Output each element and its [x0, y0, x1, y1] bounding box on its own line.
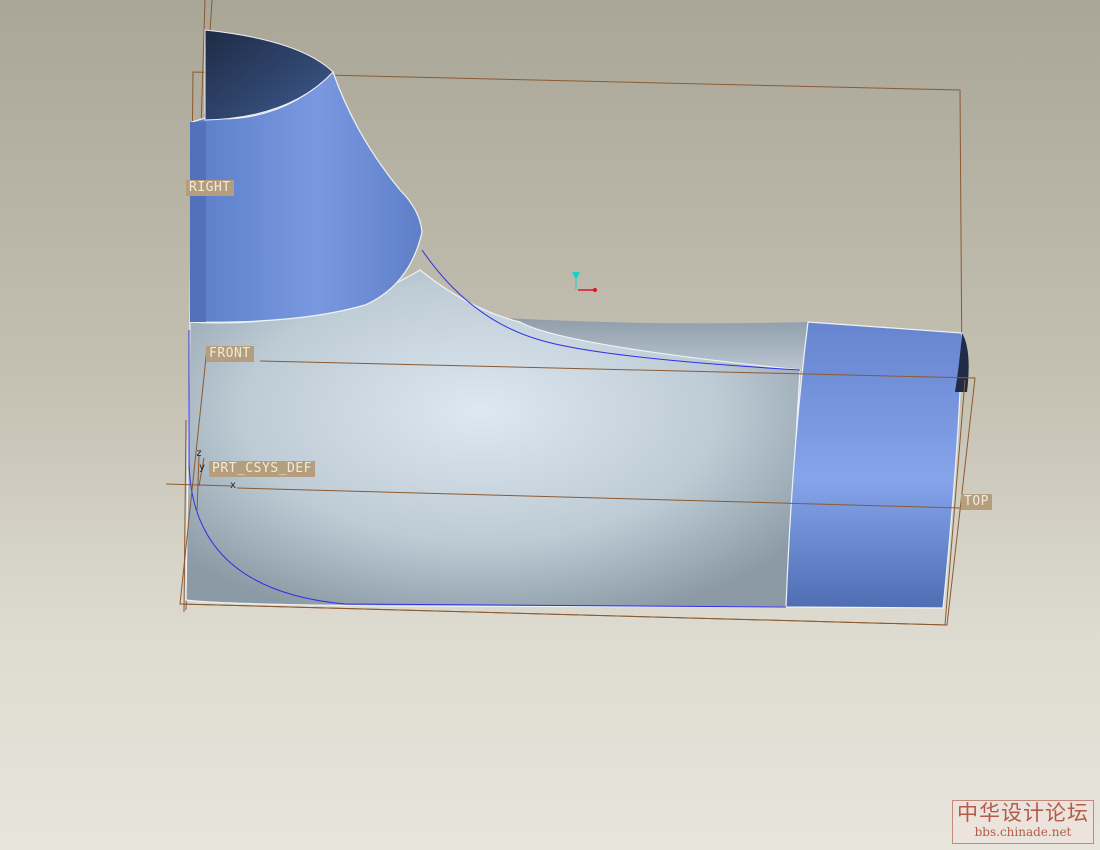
csys-axis-y-label: y [199, 462, 206, 473]
graphics-viewport[interactable]: RIGHT FRONT TOP PRT_CSYS_DEF z y x 中华设计论… [0, 0, 1100, 850]
branch-pipe-left-band [190, 122, 206, 322]
csys-label[interactable]: PRT_CSYS_DEF [209, 461, 315, 477]
watermark-chinese-text: 中华设计论坛 [957, 801, 1089, 825]
datum-label-top[interactable]: TOP [961, 494, 992, 510]
csys-axis-z-label: z [196, 448, 203, 459]
spin-center-icon [572, 272, 597, 292]
pipe-body-surface[interactable] [185, 269, 801, 608]
model-canvas[interactable] [0, 0, 1100, 850]
datum-label-right[interactable]: RIGHT [186, 180, 234, 196]
csys-axis-x-label: x [230, 480, 237, 491]
datum-label-front[interactable]: FRONT [206, 346, 254, 362]
watermark-url-text: bbs.chinade.net [974, 825, 1072, 839]
forum-watermark: 中华设计论坛 bbs.chinade.net [952, 800, 1094, 844]
run-pipe-end-cuff[interactable] [785, 321, 963, 609]
